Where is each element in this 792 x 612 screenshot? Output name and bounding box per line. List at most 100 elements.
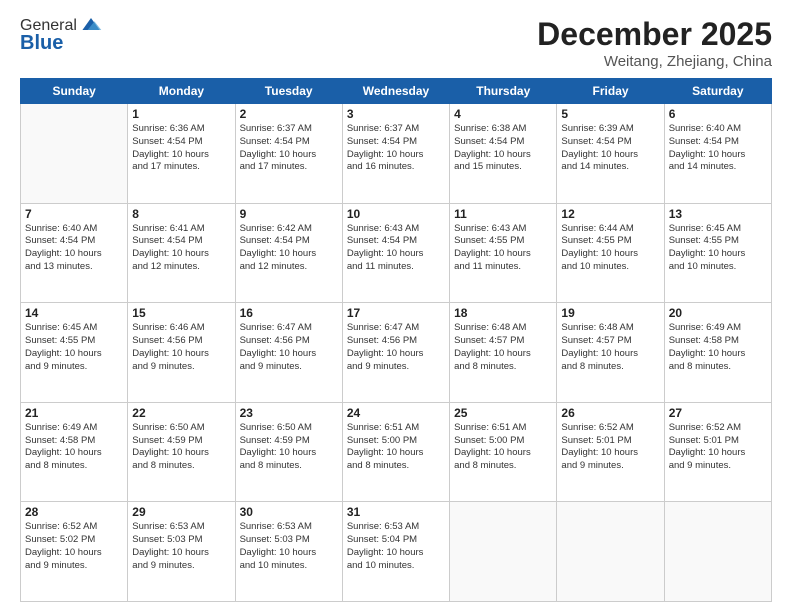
day-info: Sunrise: 6:52 AM Sunset: 5:01 PM Dayligh… [561,422,659,473]
day-info: Sunrise: 6:46 AM Sunset: 4:56 PM Dayligh… [132,322,230,373]
calendar-cell: 10 Sunrise: 6:43 AM Sunset: 4:54 PM Dayli… [342,203,449,303]
logo: General Blue [20,16,103,55]
calendar-cell: 16Sunrise: 6:47 AM Sunset: 4:56 PM Dayli… [235,303,342,403]
calendar-cell: 15 Sunrise: 6:46 AM Sunset: 4:56 PM Dayli… [128,303,235,403]
calendar-cell: 8 Sunrise: 6:41 AM Sunset: 4:54 PM Daylig… [128,203,235,303]
day-header-friday: Friday [557,79,664,104]
page: General Blue December 2025 Weitang, Zhej… [0,0,792,612]
calendar-cell: 13 Sunrise: 6:45 AM Sunset: 4:55 PM Dayli… [664,203,771,303]
day-number: 23 [240,406,338,420]
calendar-week-row: 28 Sunrise: 6:52 AM Sunset: 5:02 PM Dayli… [21,502,772,602]
day-number: 20 [669,306,767,320]
day-info: Sunrise: 6:36 AM Sunset: 4:54 PM Dayligh… [132,123,230,174]
day-info: Sunrise: 6:39 AM Sunset: 4:54 PM Dayligh… [561,123,659,174]
day-info: Sunrise: 6:45 AM Sunset: 4:55 PM Dayligh… [25,322,123,373]
calendar-cell: 18 Sunrise: 6:48 AM Sunset: 4:57 PM Dayli… [450,303,557,403]
calendar-cell: 27 Sunrise: 6:52 AM Sunset: 5:01 PM Dayli… [664,402,771,502]
day-header-tuesday: Tuesday [235,79,342,104]
calendar-cell: 25 Sunrise: 6:51 AM Sunset: 5:00 PM Dayli… [450,402,557,502]
calendar-cell: 19Sunrise: 6:48 AM Sunset: 4:57 PM Dayli… [557,303,664,403]
calendar-cell: 9 Sunrise: 6:42 AM Sunset: 4:54 PM Daylig… [235,203,342,303]
day-number: 15 [132,306,230,320]
day-number: 2 [240,107,338,121]
day-info: Sunrise: 6:37 AM Sunset: 4:54 PM Dayligh… [347,123,445,174]
day-info: Sunrise: 6:51 AM Sunset: 5:00 PM Dayligh… [347,422,445,473]
day-info: Sunrise: 6:53 AM Sunset: 5:04 PM Dayligh… [347,521,445,572]
calendar-week-row: 21 Sunrise: 6:49 AM Sunset: 4:58 PM Dayli… [21,402,772,502]
day-number: 18 [454,306,552,320]
day-info: Sunrise: 6:42 AM Sunset: 4:54 PM Dayligh… [240,223,338,274]
month-title: December 2025 [537,16,772,53]
calendar-week-row: 7 Sunrise: 6:40 AM Sunset: 4:54 PM Daylig… [21,203,772,303]
day-number: 12 [561,207,659,221]
calendar-cell: 12 Sunrise: 6:44 AM Sunset: 4:55 PM Dayli… [557,203,664,303]
calendar-cell: 3 Sunrise: 6:37 AM Sunset: 4:54 PM Daylig… [342,104,449,204]
day-number: 26 [561,406,659,420]
calendar-cell: 29 Sunrise: 6:53 AM Sunset: 5:03 PM Dayli… [128,502,235,602]
calendar-cell: 30 Sunrise: 6:53 AM Sunset: 5:03 PM Dayli… [235,502,342,602]
day-header-sunday: Sunday [21,79,128,104]
day-info: Sunrise: 6:41 AM Sunset: 4:54 PM Dayligh… [132,223,230,274]
day-info: Sunrise: 6:48 AM Sunset: 4:57 PM Dayligh… [561,322,659,373]
day-number: 25 [454,406,552,420]
day-info: Sunrise: 6:52 AM Sunset: 5:02 PM Dayligh… [25,521,123,572]
day-info: Sunrise: 6:45 AM Sunset: 4:55 PM Dayligh… [669,223,767,274]
day-number: 10 [347,207,445,221]
day-number: 8 [132,207,230,221]
day-number: 28 [25,505,123,519]
day-info: Sunrise: 6:53 AM Sunset: 5:03 PM Dayligh… [240,521,338,572]
day-number: 11 [454,207,552,221]
day-info: Sunrise: 6:37 AM Sunset: 4:54 PM Dayligh… [240,123,338,174]
day-info: Sunrise: 6:44 AM Sunset: 4:55 PM Dayligh… [561,223,659,274]
day-header-saturday: Saturday [664,79,771,104]
day-info: Sunrise: 6:50 AM Sunset: 4:59 PM Dayligh… [240,422,338,473]
day-info: Sunrise: 6:47 AM Sunset: 4:56 PM Dayligh… [347,322,445,373]
day-number: 16 [240,306,338,320]
day-info: Sunrise: 6:43 AM Sunset: 4:55 PM Dayligh… [454,223,552,274]
day-number: 21 [25,406,123,420]
day-info: Sunrise: 6:51 AM Sunset: 5:00 PM Dayligh… [454,422,552,473]
day-number: 13 [669,207,767,221]
title-block: December 2025 Weitang, Zhejiang, China [537,16,772,70]
day-info: Sunrise: 6:40 AM Sunset: 4:54 PM Dayligh… [25,223,123,274]
calendar-header-row: SundayMondayTuesdayWednesdayThursdayFrid… [21,79,772,104]
day-info: Sunrise: 6:40 AM Sunset: 4:54 PM Dayligh… [669,123,767,174]
day-number: 3 [347,107,445,121]
day-number: 29 [132,505,230,519]
calendar-table: SundayMondayTuesdayWednesdayThursdayFrid… [20,78,772,602]
day-info: Sunrise: 6:48 AM Sunset: 4:57 PM Dayligh… [454,322,552,373]
header: General Blue December 2025 Weitang, Zhej… [20,16,772,70]
calendar-cell: 23 Sunrise: 6:50 AM Sunset: 4:59 PM Dayli… [235,402,342,502]
day-number: 14 [25,306,123,320]
calendar-cell [557,502,664,602]
day-info: Sunrise: 6:49 AM Sunset: 4:58 PM Dayligh… [25,422,123,473]
calendar-cell: 7 Sunrise: 6:40 AM Sunset: 4:54 PM Daylig… [21,203,128,303]
day-number: 31 [347,505,445,519]
calendar-cell: 5Sunrise: 6:39 AM Sunset: 4:54 PM Daylig… [557,104,664,204]
day-info: Sunrise: 6:53 AM Sunset: 5:03 PM Dayligh… [132,521,230,572]
day-number: 30 [240,505,338,519]
day-info: Sunrise: 6:52 AM Sunset: 5:01 PM Dayligh… [669,422,767,473]
day-info: Sunrise: 6:49 AM Sunset: 4:58 PM Dayligh… [669,322,767,373]
calendar-cell [21,104,128,204]
location: Weitang, Zhejiang, China [537,53,772,70]
day-number: 27 [669,406,767,420]
calendar-cell: 24 Sunrise: 6:51 AM Sunset: 5:00 PM Dayli… [342,402,449,502]
day-number: 24 [347,406,445,420]
day-number: 17 [347,306,445,320]
day-number: 7 [25,207,123,221]
day-info: Sunrise: 6:43 AM Sunset: 4:54 PM Dayligh… [347,223,445,274]
day-number: 4 [454,107,552,121]
calendar-cell: 14 Sunrise: 6:45 AM Sunset: 4:55 PM Dayli… [21,303,128,403]
calendar-cell: 21 Sunrise: 6:49 AM Sunset: 4:58 PM Dayli… [21,402,128,502]
calendar-cell: 4 Sunrise: 6:38 AM Sunset: 4:54 PM Daylig… [450,104,557,204]
day-info: Sunrise: 6:38 AM Sunset: 4:54 PM Dayligh… [454,123,552,174]
calendar-cell: 28 Sunrise: 6:52 AM Sunset: 5:02 PM Dayli… [21,502,128,602]
calendar-cell [664,502,771,602]
day-number: 9 [240,207,338,221]
day-info: Sunrise: 6:50 AM Sunset: 4:59 PM Dayligh… [132,422,230,473]
day-number: 1 [132,107,230,121]
calendar-cell: 22Sunrise: 6:50 AM Sunset: 4:59 PM Dayli… [128,402,235,502]
calendar-cell [450,502,557,602]
calendar-week-row: 1 Sunrise: 6:36 AM Sunset: 4:54 PM Daylig… [21,104,772,204]
